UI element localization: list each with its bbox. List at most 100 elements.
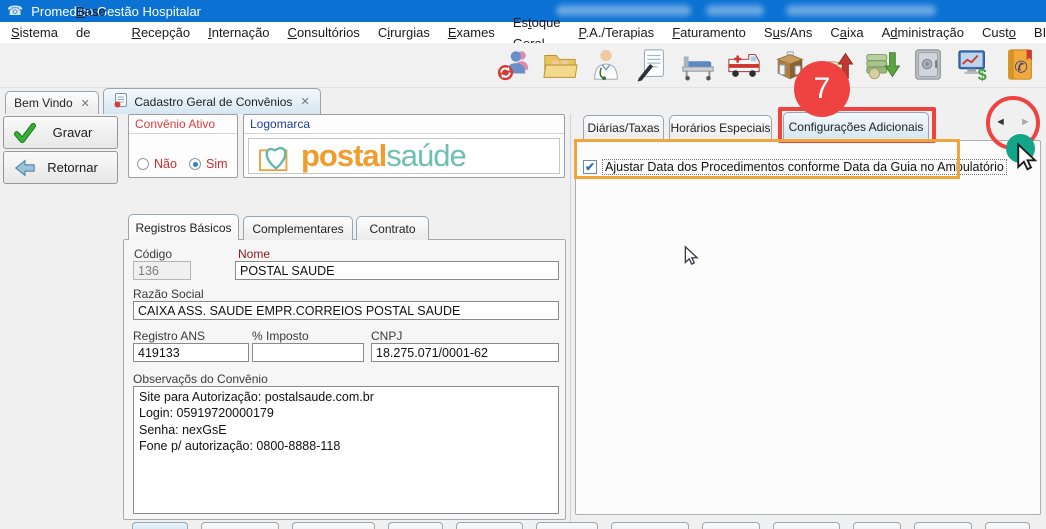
- convenio-ativo-title: Convênio Ativo: [129, 115, 237, 134]
- bottom-tab-stub[interactable]: [773, 522, 840, 529]
- splitter[interactable]: [570, 114, 571, 529]
- tab-label: Complementares: [252, 222, 343, 236]
- bottom-tab-stub[interactable]: [388, 522, 443, 529]
- tab-contrato[interactable]: Contrato: [356, 216, 429, 240]
- ambulance-icon[interactable]: [725, 47, 762, 84]
- svg-text:✆: ✆: [1014, 59, 1028, 77]
- codigo-field: [133, 261, 191, 280]
- menu-item-faturamento[interactable]: Faturamento: [663, 22, 755, 43]
- annotation-step-badge: 7: [794, 61, 850, 117]
- radio-sim[interactable]: Sim: [189, 157, 228, 171]
- back-arrow-icon: [14, 157, 36, 179]
- menu-item-recepcao[interactable]: Recepção: [123, 22, 200, 43]
- brand-logo: postalsaúde: [248, 138, 560, 174]
- tab-label: Cadastro Geral de Convênios: [134, 95, 292, 109]
- tab-label: Registros Básicos: [135, 221, 231, 235]
- return-button[interactable]: Retornar: [3, 151, 118, 184]
- menu-item-cirurgias[interactable]: Cirurgias: [369, 22, 439, 43]
- app-logo-icon: ☎: [7, 3, 23, 19]
- redacted-text: [786, 5, 936, 16]
- registro-ans-field[interactable]: [133, 343, 249, 362]
- radio-nao[interactable]: Não: [137, 157, 177, 171]
- brand-text-light: saúde: [386, 138, 465, 174]
- menubar: SistemaBase de DadosRecepçãoInternaçãoCo…: [0, 22, 1046, 43]
- menu-item-internacao[interactable]: Internação: [199, 22, 278, 43]
- radio-nao-label: Não: [154, 157, 177, 171]
- imposto-label: % Imposto: [252, 329, 309, 343]
- menu-item-sistema[interactable]: Sistema: [2, 22, 67, 43]
- tab-label: Diárias/Taxas: [587, 121, 659, 135]
- envelope-heart-icon: [255, 139, 299, 173]
- toolbar: $✆: [0, 43, 1046, 88]
- tab-registros-basicos[interactable]: Registros Básicos: [128, 214, 239, 240]
- patients-folder-icon[interactable]: [541, 47, 578, 84]
- radio-circle-selected-icon: [189, 158, 201, 170]
- tab-bem-vindo[interactable]: Bem Vindo ✕: [5, 91, 99, 114]
- expenses-down-icon[interactable]: [863, 47, 900, 84]
- menu-item-bi[interactable]: BI: [1025, 22, 1046, 43]
- observacoes-field[interactable]: Site para Autorização: postalsaude.com.b…: [133, 386, 559, 514]
- bottom-tab-stub[interactable]: [985, 522, 1030, 529]
- logomarca-group: Logomarca postalsaúde: [243, 114, 565, 178]
- tab-label: Bem Vindo: [14, 96, 72, 110]
- brand-text-bold: postal: [301, 138, 386, 174]
- tab-diarias-taxas[interactable]: Diárias/Taxas: [583, 115, 664, 140]
- bottom-tab-stub[interactable]: [536, 522, 598, 529]
- save-button-label: Gravar: [46, 125, 99, 140]
- menu-item-caixa[interactable]: Caixa: [821, 22, 872, 43]
- mouse-cursor: [1012, 142, 1042, 172]
- form-document-icon: [114, 93, 128, 111]
- codigo-label: Código: [134, 247, 172, 261]
- return-button-label: Retornar: [46, 160, 99, 175]
- bottom-tab-stub[interactable]: [702, 522, 760, 529]
- menu-item-sus-ans[interactable]: Sus/Ans: [755, 22, 821, 43]
- nome-field[interactable]: [235, 261, 559, 280]
- bottom-tab-stub[interactable]: [201, 522, 279, 529]
- check-icon: [14, 122, 36, 144]
- save-button[interactable]: Gravar: [3, 116, 118, 149]
- convenio-ativo-group: Convênio Ativo Não Sim: [128, 114, 238, 178]
- razao-social-label: Razão Social: [133, 287, 204, 301]
- bottom-tab-stub[interactable]: [853, 522, 901, 529]
- hospital-bed-icon[interactable]: [679, 47, 716, 84]
- bottom-tab-stub[interactable]: [132, 522, 188, 529]
- cnpj-field[interactable]: [371, 343, 559, 362]
- tab-cadastro-geral-de-convenios[interactable]: Cadastro Geral de Convênios ✕: [103, 88, 321, 114]
- menu-item-custo[interactable]: Custo: [973, 22, 1025, 43]
- cnpj-label: CNPJ: [371, 329, 402, 343]
- contract-document-icon[interactable]: [633, 47, 670, 84]
- razao-social-field[interactable]: [133, 301, 559, 320]
- tab-label: Horários Especiais: [670, 121, 770, 135]
- logomarca-title: Logomarca: [244, 115, 564, 134]
- menu-item-consultorios[interactable]: Consultórios: [279, 22, 369, 43]
- imposto-field[interactable]: [252, 343, 364, 362]
- mouse-cursor-secondary: [681, 245, 702, 266]
- redacted-text: [556, 5, 691, 16]
- financial-chart-icon[interactable]: $: [955, 47, 992, 84]
- bottom-tab-stub[interactable]: [292, 522, 375, 529]
- bottom-tab-stub[interactable]: [914, 522, 972, 529]
- phone-book-icon[interactable]: ✆: [1001, 47, 1038, 84]
- registros-basicos-panel: Código Nome Razão Social Registro ANS % …: [123, 239, 566, 520]
- app-window: ☎ Promedico Gestão Hospitalar SistemaBas…: [0, 0, 1046, 529]
- close-tab-icon[interactable]: ✕: [300, 95, 309, 108]
- doctor-icon[interactable]: [587, 47, 624, 84]
- tab-complementares[interactable]: Complementares: [243, 216, 353, 240]
- registro-ans-label: Registro ANS: [133, 329, 205, 343]
- configuracoes-adicionais-panel: ✔ Ajustar Data dos Procedimentos conform…: [575, 140, 1041, 515]
- tab-horarios-especiais[interactable]: Horários Especiais: [669, 115, 772, 140]
- radio-sim-label: Sim: [206, 157, 228, 171]
- safe-icon[interactable]: [909, 47, 946, 84]
- bottom-tab-stub[interactable]: [456, 522, 523, 529]
- sync-user-icon[interactable]: [495, 47, 532, 84]
- nome-label: Nome: [238, 247, 270, 261]
- close-tab-icon[interactable]: ✕: [81, 97, 90, 110]
- bottom-tab-stub[interactable]: [611, 522, 689, 529]
- annotation-orange-rect: [574, 139, 960, 179]
- observacoes-label: Observaçõs do Convênio: [133, 372, 268, 386]
- tab-label: Contrato: [369, 222, 415, 236]
- menu-item-administracao[interactable]: Administração: [873, 22, 973, 43]
- annotation-red-rect: [778, 107, 936, 143]
- menu-item-p-a-terapias[interactable]: P.A./Terapias: [570, 22, 664, 43]
- menu-item-exames[interactable]: Exames: [439, 22, 504, 43]
